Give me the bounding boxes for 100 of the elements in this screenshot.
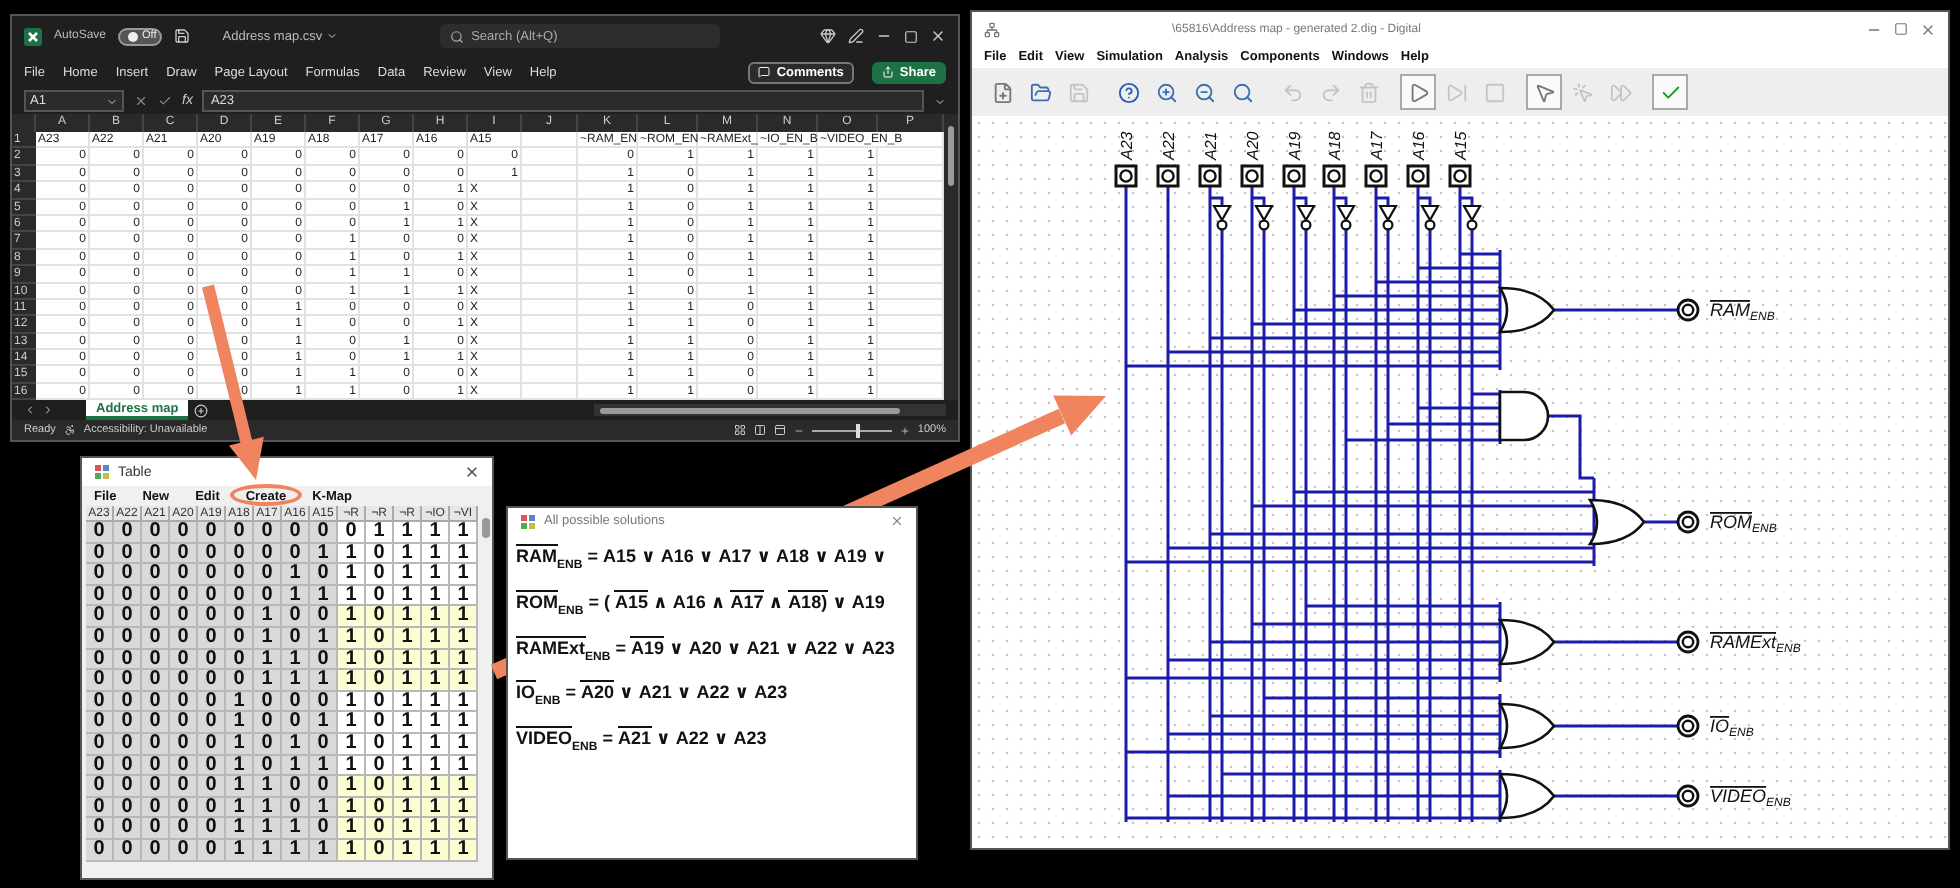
table-cell: 0 — [226, 564, 254, 586]
cancel-icon — [134, 94, 148, 108]
table-cell: 0 — [310, 522, 338, 544]
table-cell: 0 — [254, 755, 282, 777]
table-cell: 0 — [170, 649, 198, 671]
table-cell: 1 — [254, 649, 282, 671]
equation: IO$_{ENB}$ = A20 ∨ A21 ∨ A22 ∨ A23 — [514, 678, 790, 713]
diamond-icon[interactable] — [820, 28, 837, 44]
table-cell: 0 — [114, 712, 142, 734]
table-cell: 1 — [338, 839, 366, 861]
empty-cell — [522, 316, 578, 334]
table-cell: 0 — [366, 627, 394, 650]
table-cell: 0 — [142, 755, 170, 777]
table-cell: 1 — [422, 839, 450, 861]
table-cell: 1 — [338, 712, 366, 734]
circuit-canvas[interactable]: A23 A22 A21 A20 A19 A18 A17 A16 A15 RAM$_{ENB}$ ROM$_{ENB}$ RAMExt$_{ENB}$ IO$_{ENB}$ VIDEO$_{ENB}$ — [972, 116, 1948, 848]
table-cell: 1 — [254, 606, 282, 628]
table-cell: 0 — [366, 755, 394, 777]
empty-cell — [522, 182, 578, 200]
page-layout-icon[interactable] — [753, 424, 766, 436]
table-cell: 0 — [170, 585, 198, 607]
table-cell: 0 — [310, 606, 338, 628]
empty-cell — [522, 215, 578, 233]
table-cell: 0 — [366, 712, 394, 734]
slider-thumb[interactable] — [855, 423, 860, 437]
scrollbar-thumb[interactable] — [600, 407, 900, 413]
table-cell: 0 — [142, 649, 170, 671]
search-icon — [449, 29, 464, 43]
toolbar-button[interactable] — [1400, 74, 1436, 110]
table-cell: 1 — [310, 839, 338, 861]
table-cell: 1 — [226, 691, 254, 713]
table-cell: 1 — [226, 776, 254, 798]
maximize-icon[interactable] — [1894, 22, 1908, 36]
save-icon[interactable] — [174, 28, 191, 44]
table-cell: 1 — [226, 818, 254, 840]
table-cell: 0 — [170, 818, 198, 840]
table-cell: 0 — [114, 839, 142, 861]
table-cell: 1 — [422, 776, 450, 798]
zoom-out-icon[interactable] — [793, 425, 804, 435]
table-cell: 0 — [198, 755, 226, 777]
table-cell: 0 — [170, 797, 198, 819]
table-cell: 1 — [282, 564, 310, 586]
zoom-fit-icon — [1231, 81, 1253, 103]
toolbar-button[interactable] — [1652, 74, 1688, 110]
normal-view-icon[interactable] — [733, 424, 746, 436]
table-cell: 0 — [114, 755, 142, 777]
table-cell: 1 — [450, 755, 478, 777]
chevron-right-icon[interactable] — [42, 404, 54, 416]
scrollbar-thumb[interactable] — [481, 518, 489, 538]
table-cell: 0 — [114, 818, 142, 840]
table-cell: 0 — [142, 585, 170, 607]
table-cell: 0 — [198, 818, 226, 840]
page-break-icon[interactable] — [773, 424, 786, 436]
table-cell: 0 — [170, 691, 198, 713]
table-cell: 0 — [86, 776, 114, 798]
table-cell: 0 — [338, 522, 366, 544]
empty-cell — [522, 266, 578, 284]
table-cell: 1 — [226, 712, 254, 734]
toolbar-button[interactable] — [1526, 74, 1562, 110]
table-cell: 1 — [282, 733, 310, 756]
table-cell: 0 — [198, 606, 226, 628]
table-cell: 0 — [282, 776, 310, 798]
add-sheet-icon[interactable] — [194, 403, 209, 417]
table-cell: 0 — [254, 522, 282, 544]
table-cell: 1 — [450, 818, 478, 840]
table-cell: 0 — [114, 606, 142, 628]
zoom-out-icon — [1193, 81, 1215, 103]
empty-cell — [522, 350, 578, 367]
table-cell: 0 — [142, 522, 170, 544]
input-label: A16 — [1410, 131, 1428, 160]
table-cell: 0 — [366, 606, 394, 628]
pen-icon[interactable] — [848, 28, 865, 44]
input-label: A15 — [1452, 131, 1470, 160]
table-cell: 0 — [142, 818, 170, 840]
close-icon[interactable] — [930, 28, 947, 44]
table-cell: 0 — [282, 691, 310, 713]
table-cell: 0 — [114, 627, 142, 650]
table-cell: 0 — [170, 543, 198, 565]
close-icon[interactable] — [464, 464, 480, 480]
table-cell: 0 — [198, 712, 226, 734]
fast-forward-icon — [1609, 81, 1631, 103]
accessibility-icon — [63, 424, 76, 436]
table-cell: 0 — [86, 585, 114, 607]
zoom-in-icon[interactable] — [899, 425, 910, 435]
table-cell: 1 — [422, 733, 450, 756]
table-cell: 0 — [282, 797, 310, 819]
maximize-icon[interactable] — [904, 29, 919, 43]
table-cell: 0 — [86, 522, 114, 544]
table-cell: 0 — [366, 585, 394, 607]
table-cell: 1 — [282, 839, 310, 861]
table-cell: 0 — [114, 585, 142, 607]
table-cell: 1 — [394, 755, 422, 777]
table-cell: 0 — [86, 712, 114, 734]
table-cell: 1 — [450, 776, 478, 798]
table-cell: 0 — [226, 585, 254, 607]
play-icon — [1407, 81, 1429, 103]
equation: VIDEO$_{ENB}$ = A21 ∨ A22 ∨ A23 — [514, 724, 769, 758]
scrollbar-thumb[interactable] — [948, 126, 954, 186]
chevron-left-icon[interactable] — [24, 404, 36, 416]
table-cell: 0 — [254, 733, 282, 756]
